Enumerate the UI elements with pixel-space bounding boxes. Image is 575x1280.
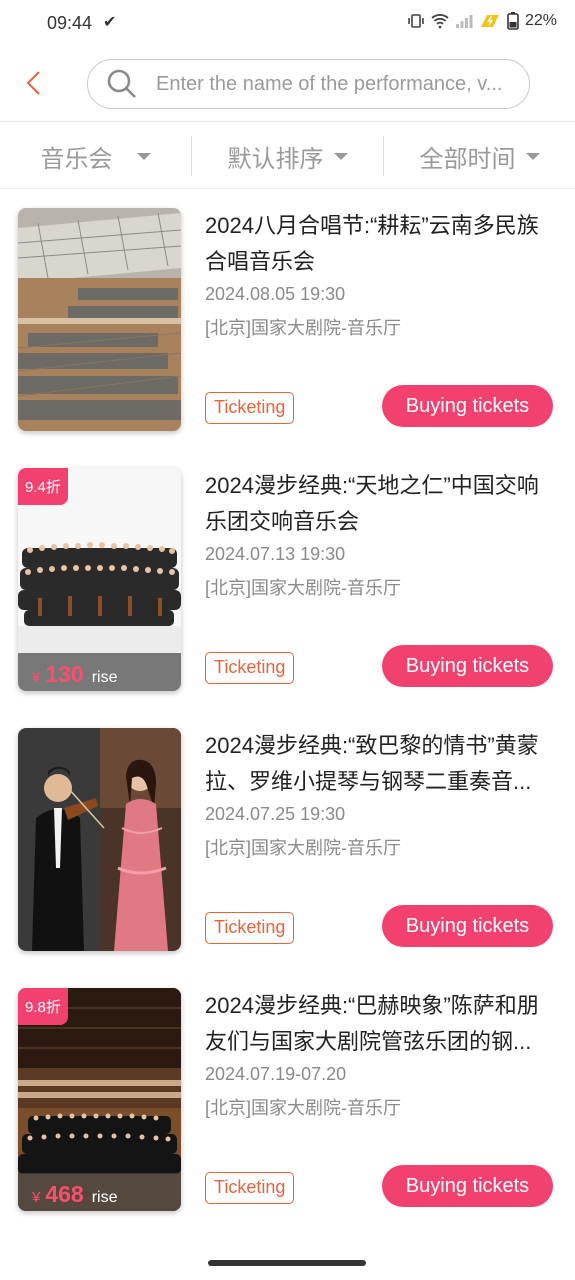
wifi-icon [431,14,449,29]
filter-sort-label: 默认排序 [227,145,324,173]
back-button[interactable] [20,68,50,98]
check-icon: ✔ [103,14,117,31]
chevron-left-icon [26,71,40,95]
search-icon [107,69,136,98]
performance-poster[interactable] [18,728,181,951]
search-box[interactable] [87,59,530,109]
buy-tickets-button[interactable]: Buying tickets [382,385,553,427]
filter-category[interactable]: 音乐会 [0,123,191,189]
list-item[interactable]: 9.4折 ¥ 130 rise 2024漫步经典:“天地之仁”中国交响乐团交响音… [0,450,575,710]
filter-category-label: 音乐会 [40,145,113,173]
discount-badge: 9.8折 [18,988,68,1025]
filter-bar: 音乐会 默认排序 全部时间 [0,123,575,189]
price-suffix: rise [91,669,118,686]
list-item[interactable]: 9.8折 ¥ 468 rise 2024漫步经典:“巴赫映象”陈萨和朋友们与国家… [0,970,575,1230]
discount-badge: 9.4折 [18,468,68,505]
status-badge: Ticketing [205,392,295,424]
signal-icon [455,15,473,28]
status-badge: Ticketing [205,1172,295,1204]
home-indicator[interactable] [208,1260,366,1266]
performance-info: 2024八月合唱节:“耕耘”云南多民族合唱音乐会 2024.08.05 19:3… [205,208,560,340]
price-bar: ¥ 130 rise [18,653,181,691]
performance-date: 2024.07.19-07.20 [205,1064,347,1084]
performance-venue: [北京]国家大剧院-音乐厅 [205,838,401,858]
performance-info: 2024漫步经典:“巴赫映象”陈萨和朋友们与国家大剧院管弦乐团的钢... 202… [205,988,560,1120]
price-value: 468 [45,1181,84,1207]
performance-title[interactable]: 2024漫步经典:“致巴黎的情书”黄蒙拉、罗维小提琴与钢琴二重奏音... [205,728,560,800]
caret-down-icon [136,152,151,160]
status-badge: Ticketing [205,912,295,944]
caret-down-icon [525,152,540,160]
vibrate-icon [408,14,424,28]
performance-date: 2024.07.25 19:30 [205,804,346,824]
filter-sort[interactable]: 默认排序 [192,123,383,189]
status-icons: 22% [407,12,557,30]
charging-icon [480,15,499,27]
filter-time-label: 全部时间 [419,145,516,173]
price-bar: ¥ 468 rise [18,1173,181,1211]
performance-poster[interactable]: 9.4折 ¥ 130 rise [18,468,181,691]
price-value: 130 [45,661,84,687]
performance-date: 2024.08.05 19:30 [205,284,346,304]
status-badge: Ticketing [205,652,295,684]
list-item[interactable]: 2024漫步经典:“致巴黎的情书”黄蒙拉、罗维小提琴与钢琴二重奏音... 202… [0,710,575,970]
battery-percent: 22% [524,12,557,29]
battery-icon [507,12,519,30]
buy-tickets-button[interactable]: Buying tickets [382,905,553,947]
duo-performers-image [18,728,181,951]
performance-title[interactable]: 2024八月合唱节:“耕耘”云南多民族合唱音乐会 [205,208,560,280]
performance-date: 2024.07.13 19:30 [205,544,346,564]
buy-tickets-button[interactable]: Buying tickets [382,1165,553,1207]
performance-info: 2024漫步经典:“致巴黎的情书”黄蒙拉、罗维小提琴与钢琴二重奏音... 202… [205,728,560,860]
status-time: 09:44 [47,13,93,33]
caret-down-icon [333,152,348,160]
status-bar: 09:44 ✔ 22% [0,0,575,48]
performance-poster[interactable]: 9.8折 ¥ 468 rise [18,988,181,1211]
price-currency: ¥ [32,669,41,686]
performance-info: 2024漫步经典:“天地之仁”中国交响乐团交响音乐会 2024.07.13 19… [205,468,560,600]
buy-tickets-button[interactable]: Buying tickets [382,645,553,687]
performance-poster[interactable] [18,208,181,431]
filter-time[interactable]: 全部时间 [384,123,575,189]
performance-title[interactable]: 2024漫步经典:“巴赫映象”陈萨和朋友们与国家大剧院管弦乐团的钢... [205,988,560,1060]
price-currency: ¥ [32,1189,41,1206]
performance-venue: [北京]国家大剧院-音乐厅 [205,1098,401,1118]
list-item[interactable]: 2024八月合唱节:“耕耘”云南多民族合唱音乐会 2024.08.05 19:3… [0,190,575,450]
search-input[interactable] [156,72,506,96]
search-header [0,48,575,122]
performance-venue: [北京]国家大剧院-音乐厅 [205,318,401,338]
performance-venue: [北京]国家大剧院-音乐厅 [205,578,401,598]
performance-list: 2024八月合唱节:“耕耘”云南多民族合唱音乐会 2024.08.05 19:3… [0,190,575,1230]
price-suffix: rise [91,1189,118,1206]
performance-title[interactable]: 2024漫步经典:“天地之仁”中国交响乐团交响音乐会 [205,468,560,540]
concert-hall-image [18,208,181,431]
